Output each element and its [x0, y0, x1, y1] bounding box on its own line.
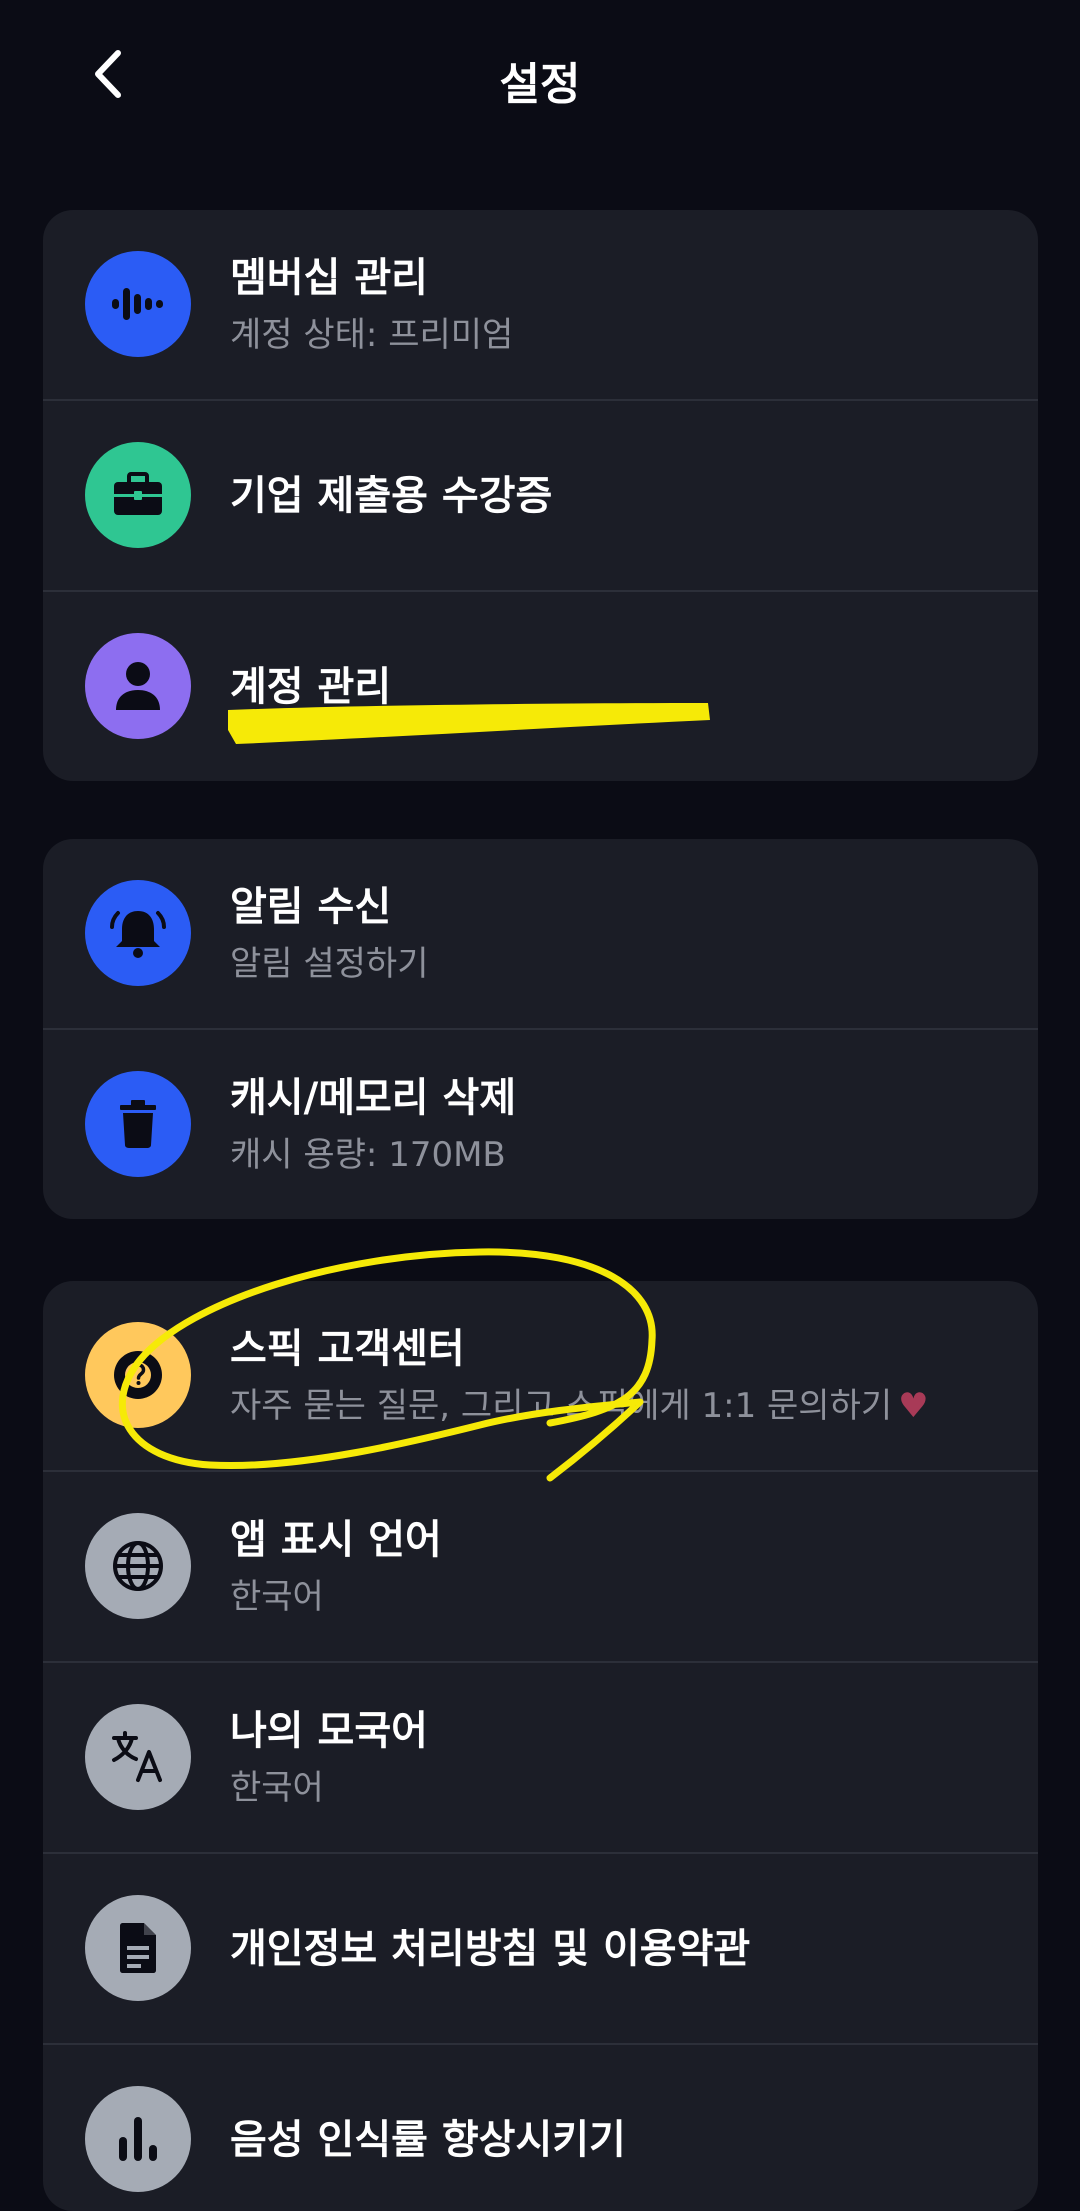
privacy-item[interactable]: 개인정보 처리방침 및 이용약관 [43, 1852, 1038, 2043]
settings-group-support: 스픽 고객센터 자주 묻는 질문, 그리고 스픽에게 1:1 문의하기 ♥ 앱 표… [43, 1281, 1038, 2211]
page-title: 설정 [499, 59, 581, 110]
settings-group-app: 알림 수신 알림 설정하기 캐시/메모리 삭제 캐시 용량: 170MB [43, 839, 1038, 1219]
native-language-title: 나의 모국어 [230, 1707, 428, 1754]
privacy-title: 개인정보 처리방침 및 이용약관 [230, 1925, 751, 1972]
notification-subtitle: 알림 설정하기 [230, 943, 429, 984]
notification-item[interactable]: 알림 수신 알림 설정하기 [43, 839, 1038, 1028]
document-icon [85, 1895, 191, 2001]
membership-title: 멤버십 관리 [230, 254, 428, 301]
header: 설정 [0, 0, 1080, 150]
app-language-subtitle: 한국어 [230, 1576, 324, 1617]
briefcase-icon [85, 442, 191, 548]
heart-icon: ♥ [898, 1385, 929, 1426]
cache-title: 캐시/메모리 삭제 [230, 1074, 517, 1121]
support-title: 스픽 고객센터 [230, 1325, 465, 1372]
membership-item[interactable]: 멤버십 관리 계정 상태: 프리미엄 [43, 210, 1038, 399]
help-icon [85, 1322, 191, 1428]
bar-chart-icon [85, 2086, 191, 2192]
globe-icon [85, 1513, 191, 1619]
support-subtitle: 자주 묻는 질문, 그리고 스픽에게 1:1 문의하기 ♥ [230, 1381, 1008, 1431]
support-item[interactable]: 스픽 고객센터 자주 묻는 질문, 그리고 스픽에게 1:1 문의하기 ♥ [43, 1281, 1038, 1470]
certificate-item[interactable]: 기업 제출용 수강증 [43, 399, 1038, 590]
bell-ringing-icon [85, 880, 191, 986]
cache-item[interactable]: 캐시/메모리 삭제 캐시 용량: 170MB [43, 1028, 1038, 1219]
person-icon [85, 633, 191, 739]
cache-subtitle: 캐시 용량: 170MB [230, 1134, 506, 1175]
membership-subtitle: 계정 상태: 프리미엄 [230, 314, 514, 355]
native-language-item[interactable]: 나의 모국어 한국어 [43, 1661, 1038, 1852]
translate-icon [85, 1704, 191, 1810]
account-item[interactable]: 계정 관리 [43, 590, 1038, 781]
voice-recognition-title: 음성 인식률 향상시키기 [230, 2116, 626, 2163]
native-language-subtitle: 한국어 [230, 1767, 324, 1808]
support-subtitle-text: 자주 묻는 질문, 그리고 스픽에게 1:1 문의하기 [230, 1385, 893, 1426]
app-language-item[interactable]: 앱 표시 언어 한국어 [43, 1470, 1038, 1661]
app-language-title: 앱 표시 언어 [230, 1516, 442, 1563]
trash-icon [85, 1071, 191, 1177]
voice-wave-icon [85, 251, 191, 357]
notification-title: 알림 수신 [230, 883, 392, 930]
certificate-title: 기업 제출용 수강증 [230, 472, 553, 519]
account-title: 계정 관리 [230, 663, 392, 710]
settings-group-account: 멤버십 관리 계정 상태: 프리미엄 기업 제출용 수강증 계정 관리 [43, 210, 1038, 781]
